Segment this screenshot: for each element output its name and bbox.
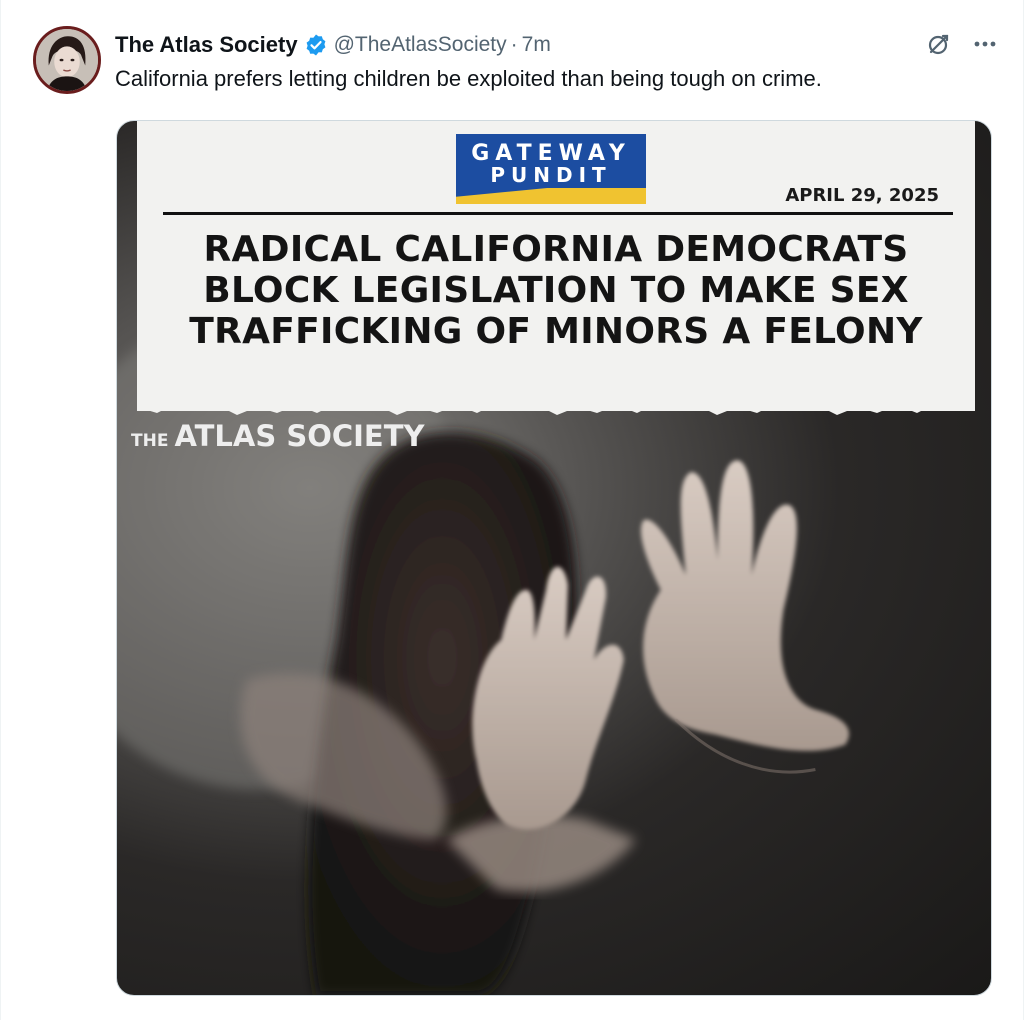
verified-badge-icon (304, 33, 328, 57)
author-handle[interactable]: @TheAtlasSociety (334, 33, 507, 57)
article-headline: RADICAL CALIFORNIA DEMOCRATS BLOCK LEGIS… (137, 229, 975, 352)
more-icon[interactable] (971, 30, 999, 58)
headline-line: BLOCK LEGISLATION TO MAKE SEX (203, 270, 909, 311)
tweet-text: California prefers letting children be e… (115, 66, 822, 91)
grok-icon[interactable] (925, 30, 953, 58)
avatar-portrait-icon (36, 29, 98, 91)
article-date: APRIL 29, 2025 (785, 185, 939, 206)
watermark-prefix: THE (131, 431, 169, 451)
author-name[interactable]: The Atlas Society (115, 32, 298, 58)
logo-text-line2: PUNDIT (490, 163, 612, 187)
watermark-text: ATLAS SOCIETY (174, 419, 425, 453)
avatar[interactable] (33, 26, 101, 94)
headline-line: RADICAL CALIFORNIA DEMOCRATS (203, 229, 909, 270)
headline-line: TRAFFICKING OF MINORS A FELONY (189, 311, 923, 352)
atlas-society-watermark: THE ATLAS SOCIETY (131, 419, 425, 453)
header-actions (925, 30, 999, 58)
headline-rule (163, 212, 953, 215)
torn-edge (137, 383, 975, 415)
tweet-image[interactable]: GATEWAY PUNDIT APRIL 29, 2025 RADICAL CA… (116, 120, 992, 996)
tweet[interactable]: The Atlas Society @TheAtlasSociety · 7m (0, 0, 1024, 1020)
separator-dot: · (510, 33, 518, 56)
tweet-header: The Atlas Society @TheAtlasSociety · 7m (115, 30, 999, 60)
tweet-time[interactable]: 7m (522, 33, 551, 57)
